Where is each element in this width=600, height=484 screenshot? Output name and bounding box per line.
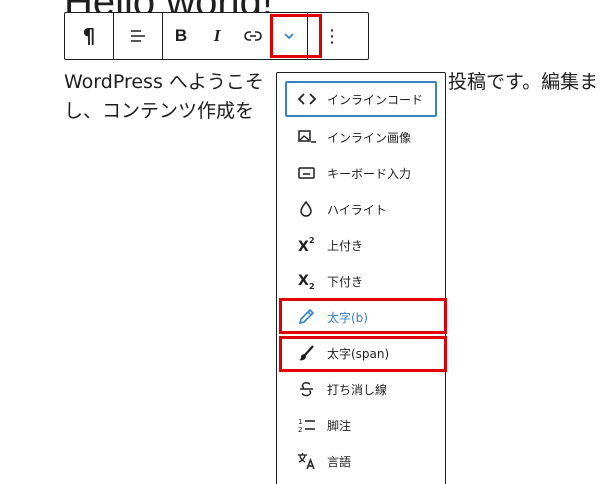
link-button[interactable] [235,13,271,59]
menu-item-label: 下付き [327,274,364,289]
image-icon [297,127,319,147]
code-icon [297,89,319,109]
bold-button[interactable]: B [163,13,199,59]
menu-item-inline-code[interactable]: インラインコード [285,81,437,117]
format-dropdown-menu: インラインコード インライン画像 キーボード入力 ハイライト X2 上付き X2… [276,72,446,484]
italic-button[interactable]: I [199,13,235,59]
align-left-icon [128,26,148,46]
menu-item-label: 言語 [327,454,352,469]
menu-item-inline-image[interactable]: インライン画像 [285,119,437,155]
menu-item-keyboard-input[interactable]: キーボード入力 [285,155,437,191]
drop-icon [297,199,319,219]
svg-text:2: 2 [298,426,302,434]
svg-text:X: X [298,273,309,289]
menu-item-label: 打ち消し線 [327,382,388,397]
svg-text:2: 2 [309,282,315,290]
menu-item-label: キーボード入力 [327,166,412,181]
align-group [114,13,163,59]
post-body-line2: し、コンテンツ作成を [64,100,255,122]
svg-text:2: 2 [309,236,315,245]
italic-icon: I [213,26,221,45]
paragraph-icon: ¶ [82,24,96,48]
chevron-highlight-box [270,14,322,58]
svg-text:1: 1 [298,418,302,426]
more-vertical-icon: ⋮ [323,25,341,47]
link-icon [243,26,263,46]
menu-item-label: 上付き [327,238,364,253]
svg-text:X: X [298,239,309,254]
menu-item-language[interactable]: 言語 [285,443,437,479]
menu-item-label: インライン画像 [327,130,412,145]
subscript-icon: X2 [297,271,319,291]
menu-item-subscript[interactable]: X2 下付き [285,263,437,299]
block-type-group: ¶ [65,13,114,59]
post-body-line1-left: WordPress へようこそ [64,71,264,93]
menu-item-label: 脚注 [327,418,352,433]
keyboard-icon [297,163,319,183]
language-icon [297,451,319,471]
post-body-line1-right: 投稿です。編集ま [448,71,599,93]
bold-span-highlight-box [279,336,447,372]
menu-item-label: ハイライト [327,202,387,217]
menu-item-footnote[interactable]: 12 脚注 [285,407,437,443]
strikethrough-icon [297,379,319,399]
menu-item-strikethrough[interactable]: 打ち消し線 [285,371,437,407]
paragraph-block-button[interactable]: ¶ [65,13,113,59]
align-button[interactable] [114,13,162,59]
block-toolbar: ¶ B I ⋮ [64,12,369,60]
menu-item-superscript[interactable]: X2 上付き [285,227,437,263]
menu-item-label: インラインコード [327,92,424,107]
menu-item-highlight[interactable]: ハイライト [285,191,437,227]
footnote-icon: 12 [297,415,319,435]
bold-b-highlight-box [279,298,447,334]
superscript-icon: X2 [297,235,319,255]
bold-icon: B [174,26,188,45]
